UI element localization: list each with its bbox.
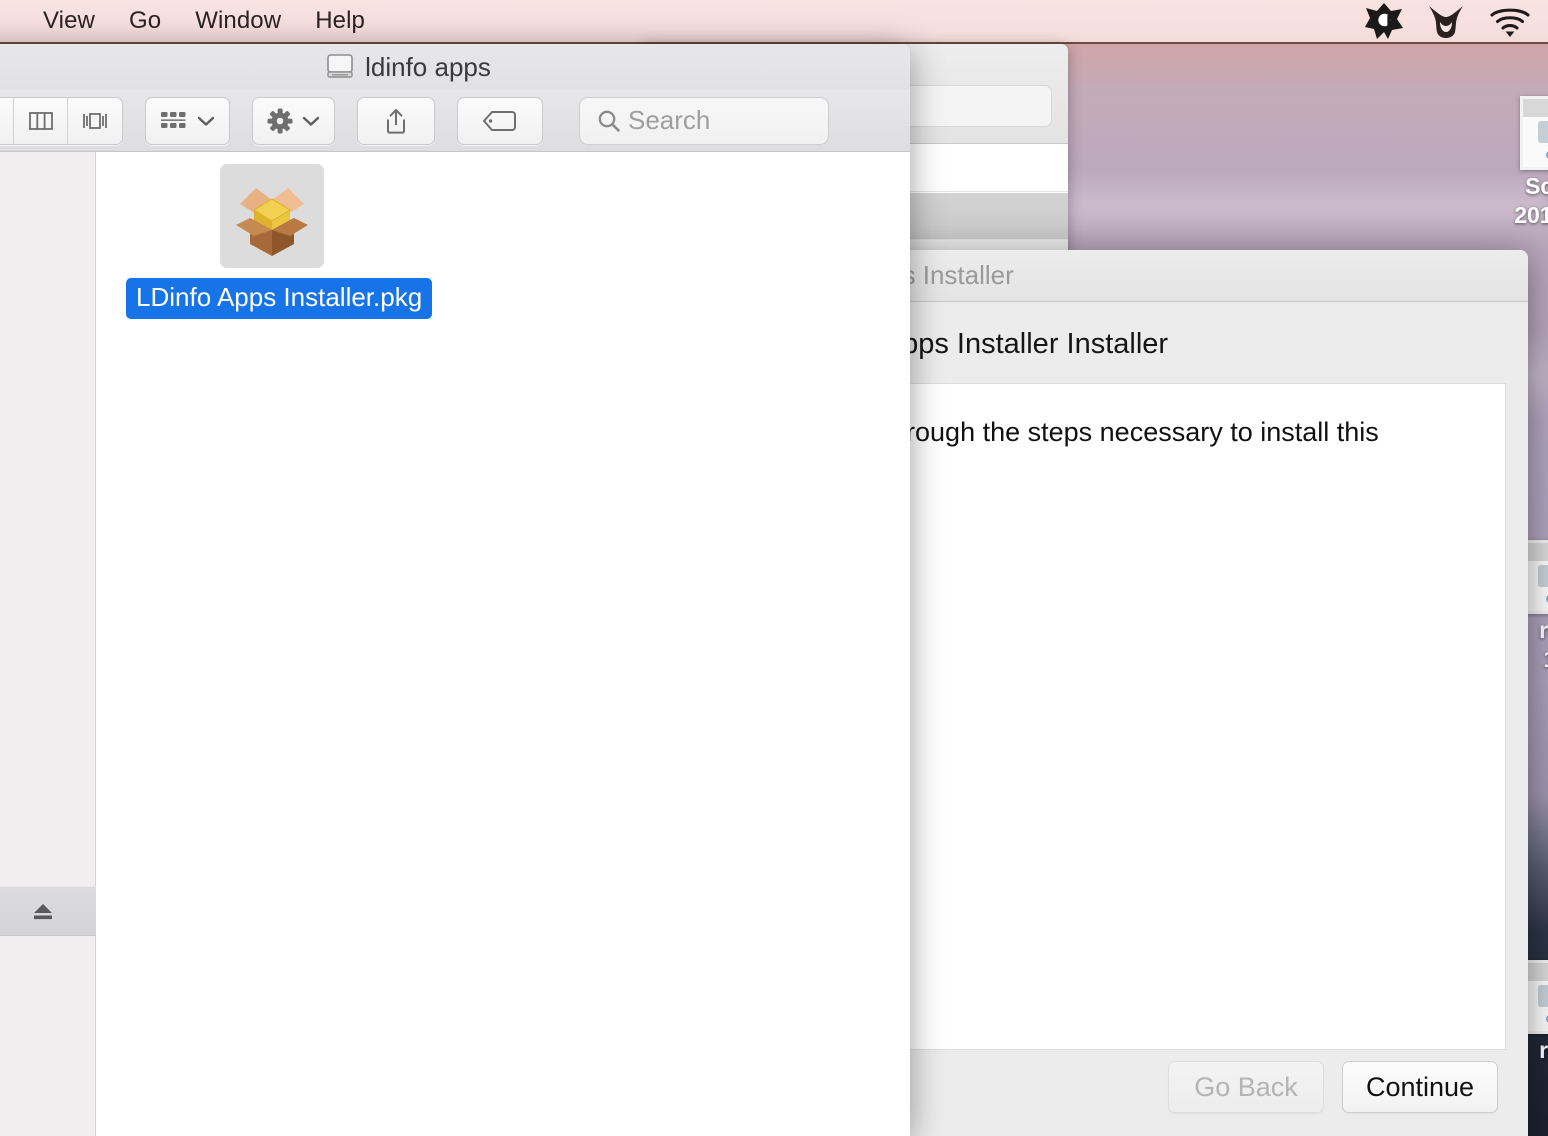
finder-window[interactable]: ldinfo apps Search LDinfo Apps Installer… bbox=[0, 44, 910, 1136]
file-name-label[interactable]: LDinfo Apps Installer.pkg bbox=[126, 278, 433, 319]
desktop-icon[interactable]: Scre 2019-1 bbox=[1512, 96, 1548, 228]
arrange-grid-icon bbox=[161, 111, 186, 128]
search-input[interactable]: Search bbox=[579, 96, 829, 145]
installer-footer: Go Back Continue bbox=[816, 1050, 1528, 1136]
column-view-button[interactable] bbox=[14, 97, 68, 144]
finder-toolbar: Search bbox=[0, 90, 910, 152]
chevron-down-icon bbox=[197, 116, 215, 126]
finder-body: LDinfo Apps Installer.pkg bbox=[0, 152, 910, 1136]
view-mode-segmented-control[interactable] bbox=[0, 96, 123, 145]
installer-titlebar: o Apps Installer bbox=[816, 250, 1528, 302]
gallery-icon bbox=[83, 112, 107, 129]
installer-heading: nfo Apps Installer Installer bbox=[836, 328, 1169, 360]
malwarebytes-icon[interactable] bbox=[1426, 2, 1466, 40]
continue-button[interactable]: Continue bbox=[1342, 1061, 1498, 1113]
go-back-button[interactable]: Go Back bbox=[1168, 1061, 1324, 1113]
columns-icon bbox=[28, 111, 53, 130]
finder-sidebar[interactable] bbox=[0, 152, 96, 1136]
gallery-view-button[interactable] bbox=[68, 97, 122, 144]
tag-icon bbox=[483, 110, 516, 131]
desktop-icon-label: Scre bbox=[1525, 173, 1548, 199]
finder-title: ldinfo apps bbox=[365, 51, 491, 82]
menu-bar-items: View Go Window Help bbox=[0, 0, 382, 43]
share-icon bbox=[387, 108, 405, 134]
menu-item-help[interactable]: Help bbox=[298, 0, 382, 43]
menu-bar: View Go Window Help bbox=[0, 0, 1548, 44]
desktop-icon-label-2: 2019-1 bbox=[1514, 201, 1548, 228]
list-view-button[interactable] bbox=[0, 97, 14, 144]
arrange-by-button[interactable] bbox=[145, 96, 230, 145]
sidebar-item-ldinfo-apps[interactable] bbox=[0, 886, 96, 936]
action-gear-button[interactable] bbox=[252, 96, 335, 145]
package-installer-icon bbox=[220, 164, 324, 268]
gear-icon bbox=[267, 108, 293, 133]
menu-bar-status-items bbox=[1364, 2, 1548, 40]
screenshot-thumbnail-icon bbox=[1520, 96, 1548, 170]
avast-icon[interactable] bbox=[1364, 2, 1404, 40]
finder-file-area[interactable]: LDinfo Apps Installer.pkg bbox=[96, 152, 910, 1136]
disk-drive-icon bbox=[325, 53, 355, 81]
search-placeholder: Search bbox=[628, 105, 711, 135]
menu-item-go[interactable]: Go bbox=[112, 0, 178, 43]
chevron-down-icon bbox=[302, 116, 320, 126]
file-item-ldinfo-apps-installer[interactable]: LDinfo Apps Installer.pkg bbox=[126, 164, 433, 319]
search-icon bbox=[596, 108, 622, 134]
share-button[interactable] bbox=[357, 96, 435, 145]
tag-button[interactable] bbox=[457, 96, 543, 145]
finder-titlebar[interactable]: ldinfo apps bbox=[0, 44, 910, 90]
installer-window[interactable]: o Apps Installer nfo Apps Installer Inst… bbox=[816, 250, 1528, 1136]
eject-icon[interactable] bbox=[30, 899, 56, 923]
menu-item-window[interactable]: Window bbox=[178, 0, 298, 43]
wifi-icon[interactable] bbox=[1488, 4, 1532, 38]
menu-item-view[interactable]: View bbox=[26, 0, 112, 43]
installer-body-text: d through the steps necessary to install… bbox=[836, 383, 1506, 1050]
